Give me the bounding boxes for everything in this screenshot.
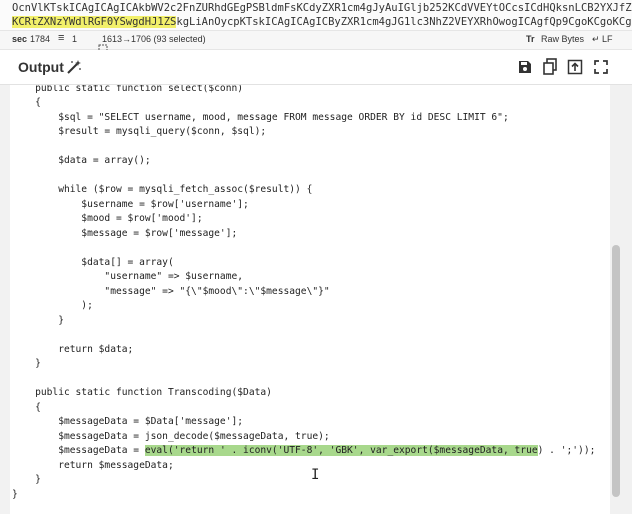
length-value: 1784 [30,34,51,44]
code-segment: ) . ';')); [537,445,596,456]
input-status-bar: sec 1784 ≡ 1 1613→1706 (93 selected) Tr … [0,30,632,54]
input-line-2-rest: kgLiAnOycpKTskICAgICAgICByZXR1cm4gJG1lc3… [176,16,632,28]
selection-info: 1613→1706 (93 selected) [102,34,206,44]
lines-icon: ≡ [58,32,65,44]
magic-wand-icon[interactable] [66,59,82,75]
length-icon: sec [12,34,28,44]
eol-selector[interactable]: ↵ LF [592,34,613,45]
editor-gutter [0,85,10,514]
output-scrollbar-thumb[interactable] [612,245,620,497]
input-line-1: OcnVlKTskICAgICAgICAkbWV2c2FnZURhdGEgPSB… [12,2,632,14]
code-line-selected: $messageData = eval('return ' . iconv('U… [12,444,595,459]
output-header: Output [0,50,632,85]
code-line: $messageData = $Data['message']; [12,416,244,427]
lines-value: 1 [72,34,78,44]
code-line: $message = $row['message']; [12,227,238,239]
font-icon[interactable]: Tr [526,34,535,44]
copy-icon[interactable] [542,58,558,75]
text-cursor-icon: I [311,467,320,483]
code-line: } [12,488,18,500]
code-line: return $data; [12,343,134,355]
maximize-icon[interactable] [593,59,609,75]
save-icon[interactable] [517,59,533,75]
encoding-selector[interactable]: Raw Bytes [541,34,584,44]
code-line: return $messageData; [12,459,174,471]
code-line: $messageData = json_decode($messageData,… [12,430,330,442]
code-line: $data = array(); [12,155,151,166]
code-line: { [12,97,41,108]
move-to-input-icon[interactable] [567,59,583,75]
input-line-2: KCRtZXNzYWdlRGF0YSwgdHJ1ZSkgLiAnOycpKTsk… [12,15,632,29]
code-line: $data[] = array( [12,256,174,268]
code-line: while ($row = mysqli_fetch_assoc($result… [12,184,313,195]
code-line: $sql = "SELECT username, mood, message F… [12,111,509,123]
code-line: ); [12,300,93,311]
code-line: } [12,358,41,369]
code-line: public static function Transcoding($Data… [12,387,272,398]
code-selection-highlight: eval('return ' . iconv('UTF-8', 'GBK', v… [144,445,538,456]
code-segment: $messageData = [12,445,145,456]
output-editor[interactable]: public static function select($conn) { $… [0,85,610,514]
code-line: $username = $row['username']; [12,198,249,210]
code-line: { [12,401,41,413]
code-line: public static function select($conn) [12,85,244,94]
code-line: $result = mysqli_query($conn, $sql); [12,126,267,137]
code-line: } [12,474,41,485]
code-line: "username" => $username, [12,271,244,282]
code-line: } [12,314,64,326]
code-line: $mood = $row['mood']; [12,213,203,224]
input-selection-highlight: KCRtZXNzYWdlRGF0YSwgdHJ1ZS [12,16,177,28]
output-title: Output [18,59,64,75]
code-line: "message" => "{\"$mood\":\"$message\"}" [12,285,330,297]
input-text-area[interactable]: OcnVlKTskICAgICAgICAkbWV2c2FnZURhdGEgPSB… [0,0,632,30]
